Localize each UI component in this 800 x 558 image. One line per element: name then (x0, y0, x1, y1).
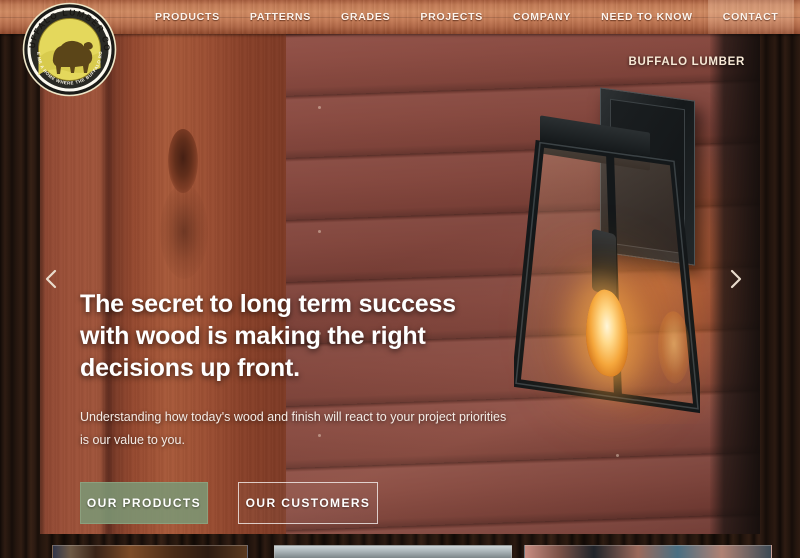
our-products-button[interactable]: OUR PRODUCTS (80, 482, 208, 525)
nav-label: CONTACT (722, 11, 779, 23)
top-navigation-bar: PRODUCTS PATTERNS GRADES PROJECTS COMPAN… (0, 0, 800, 34)
lantern-socket (592, 228, 616, 297)
hero-content: The secret to long term success with woo… (80, 288, 510, 525)
hero-subheadline: Understanding how today's wood and finis… (80, 410, 507, 448)
image-watermark: BUFFALO LUMBER (628, 56, 745, 68)
page-root: PRODUCTS PATTERNS GRADES PROJECTS COMPAN… (0, 0, 800, 558)
slider-prev-button[interactable] (38, 262, 64, 296)
nav-label: NEED TO KNOW (601, 11, 693, 23)
siding-nail (616, 454, 619, 457)
nav-label: PRODUCTS (155, 11, 220, 23)
thumbnail-card-1[interactable] (52, 545, 248, 558)
hero-image-wall-lantern (500, 87, 760, 452)
nav-item-company[interactable]: COMPANY (498, 0, 586, 34)
thumbnail-card-2[interactable] (274, 545, 512, 558)
nav-item-grades[interactable]: GRADES (326, 0, 405, 34)
nav-label: COMPANY (513, 11, 572, 23)
nav-item-projects[interactable]: PROJECTS (405, 0, 498, 34)
nav-label: PATTERNS (249, 11, 311, 23)
siding-nail (318, 230, 321, 233)
buffalo-lumber-logo-icon: BUFFALO LUMBER CO. GIVE ME A HOME WHERE … (22, 2, 117, 97)
hero-button-row: OUR PRODUCTS OUR CUSTOMERS (80, 482, 510, 525)
hero-headline: The secret to long term success with woo… (80, 290, 456, 382)
siding-nail (318, 106, 321, 109)
thumbnail-strip (0, 545, 800, 558)
main-menu: PRODUCTS PATTERNS GRADES PROJECTS COMPAN… (140, 0, 794, 34)
hero-slider: The secret to long term success with woo… (40, 34, 760, 534)
our-customers-button[interactable]: OUR CUSTOMERS (238, 482, 378, 525)
wood-grain-swirl (160, 184, 208, 279)
nav-label: PROJECTS (420, 11, 483, 23)
nav-item-contact[interactable]: CONTACT (707, 0, 794, 34)
lantern-cage (514, 137, 700, 414)
nav-label: GRADES (340, 11, 391, 23)
nav-item-patterns[interactable]: PATTERNS (235, 0, 326, 34)
thumbnail-card-3[interactable] (524, 545, 772, 558)
chevron-left-icon (45, 269, 56, 289)
chevron-right-icon (730, 269, 741, 289)
nav-item-products[interactable]: PRODUCTS (140, 0, 235, 34)
nav-item-need-to-know[interactable]: NEED TO KNOW (586, 0, 708, 34)
slider-next-button[interactable] (722, 262, 748, 296)
site-logo[interactable]: BUFFALO LUMBER CO. GIVE ME A HOME WHERE … (22, 2, 117, 97)
